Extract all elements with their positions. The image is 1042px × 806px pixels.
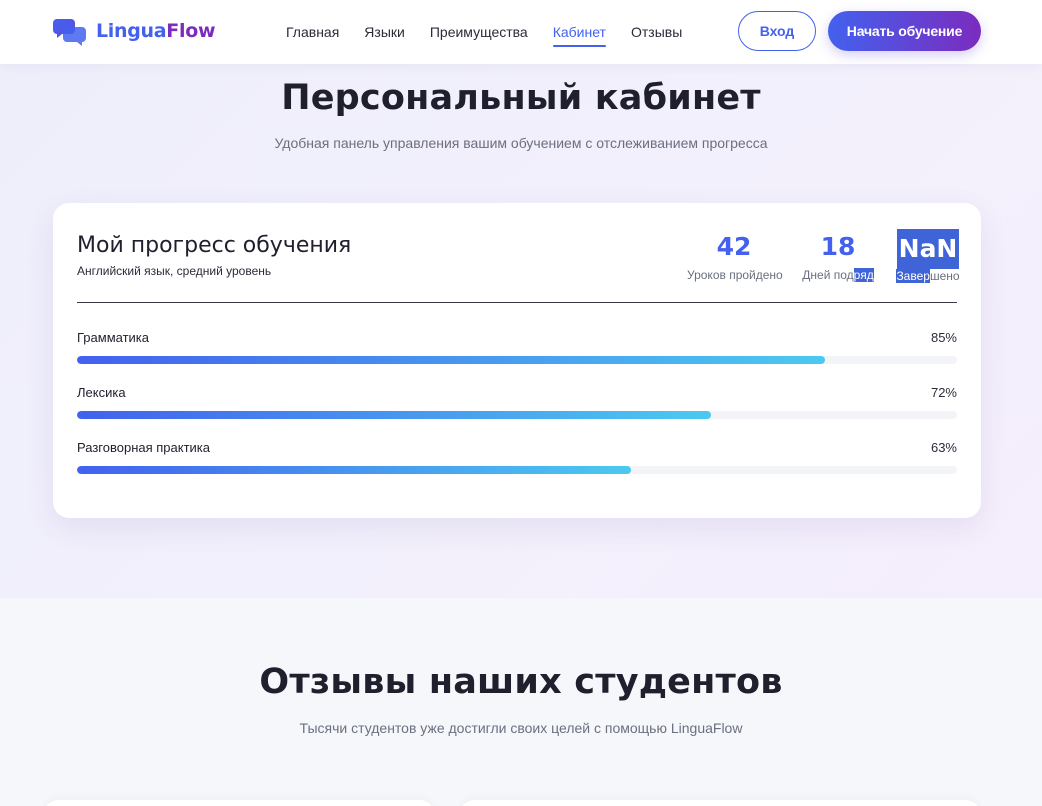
review-card [44,800,434,806]
progress-card: Мой прогресс обучения Английский язык, с… [53,203,981,518]
stat-value: NaN [896,229,960,269]
stat-label-selected-part: Завер [896,269,930,283]
stat-label: Завершено [895,269,961,283]
progress-fill [77,356,825,364]
stat-value: 18 [820,232,856,261]
reviews-section: Отзывы наших студентов Тысячи студентов … [0,598,1042,806]
skill-progress-speaking: Разговорная практика 63% [77,440,957,474]
progress-card-title: Мой прогресс обучения [77,233,352,258]
logo[interactable]: LinguaFlow [52,16,216,46]
stat-lessons-completed: 42 Уроков пройдено [687,229,783,282]
main-nav: Главная Языки Преимущества Кабинет Отзыв… [286,0,682,64]
progress-track [77,411,957,419]
skill-progress-vocabulary: Лексика 72% [77,385,957,419]
stat-label-selected-part: ряд [853,268,874,282]
skill-percent: 85% [930,330,957,345]
skill-progress-grammar: Грамматика 85% [77,330,957,364]
nav-item-home[interactable]: Главная [286,20,339,44]
stat-completed: NaN Завершено [895,229,961,283]
dashboard-section: Персональный кабинет Удобная панель упра… [0,64,1042,598]
progress-track [77,356,957,364]
dashboard-title: Персональный кабинет [281,78,761,118]
progress-track [77,466,957,474]
nav-item-languages[interactable]: Языки [364,20,405,44]
skill-name: Разговорная практика [77,440,211,455]
reviews-subtitle: Тысячи студентов уже достигли своих целе… [299,720,743,736]
skill-name: Грамматика [77,330,150,345]
login-button[interactable]: Вход [738,11,816,51]
progress-fill [77,466,632,474]
nav-item-reviews[interactable]: Отзывы [631,20,682,44]
nav-item-advantages[interactable]: Преимущества [430,20,528,44]
stat-label-part: Дней под [802,268,854,282]
progress-card-subtitle: Английский язык, средний уровень [77,264,272,278]
card-divider [77,302,957,303]
stat-value: 42 [716,232,752,261]
logo-text: LinguaFlow [96,20,216,42]
chat-bubbles-icon [52,16,88,46]
review-card [460,800,980,806]
skill-percent: 72% [930,385,957,400]
logo-text-lingua: Lingua [96,20,167,42]
stat-days-streak: 18 Дней подряд [801,229,875,282]
start-learning-button[interactable]: Начать обучение [828,11,981,51]
stat-label: Уроков пройдено [687,268,783,282]
reviews-title: Отзывы наших студентов [259,662,783,702]
skill-name: Лексика [77,385,126,400]
nav-item-cabinet[interactable]: Кабинет [552,20,607,47]
logo-text-flow: Flow [166,20,216,42]
stat-label-part: шено [929,269,960,283]
site-header: LinguaFlow Главная Языки Преимущества Ка… [0,0,1042,64]
dashboard-subtitle: Удобная панель управления вашим обучение… [274,135,768,151]
stat-label: Дней подряд [801,268,875,282]
progress-fill [77,411,711,419]
skill-percent: 63% [930,440,957,455]
